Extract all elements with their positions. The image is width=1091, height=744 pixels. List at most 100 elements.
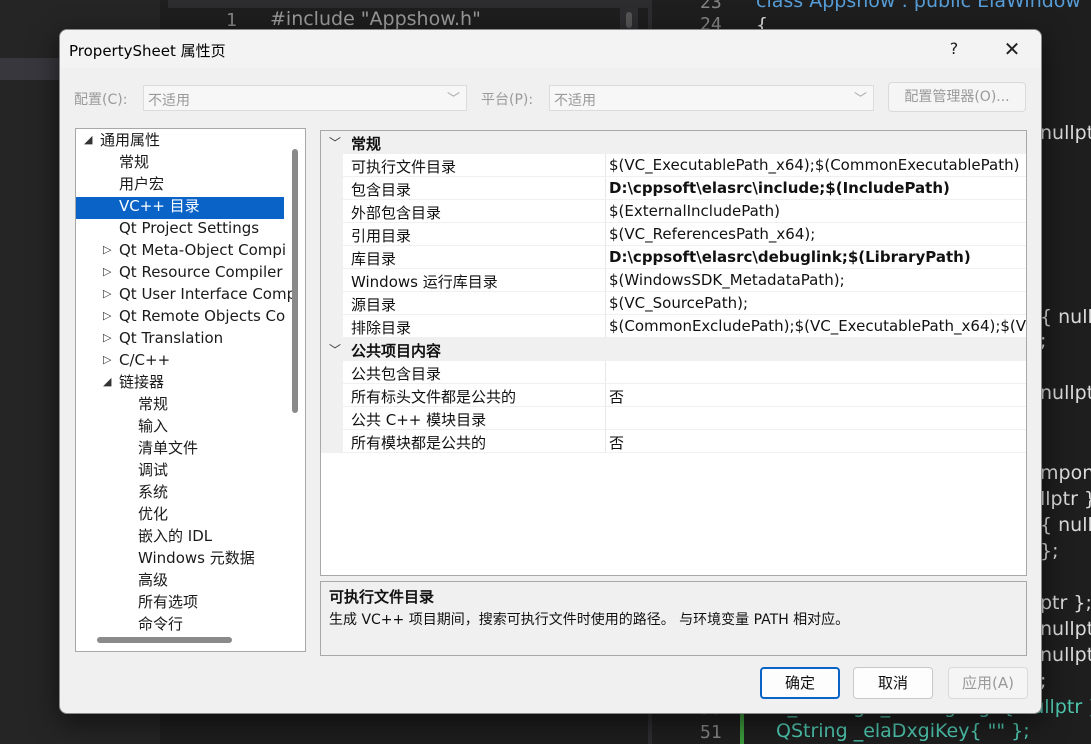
include-code-text: #include "Appshow.h" — [270, 8, 481, 30]
grid-property-row[interactable]: 引用目录 $(VC_ReferencesPath_x64); — [321, 223, 1026, 246]
property-grid[interactable]: ﹀ 常规 可执行文件目录 $(VC_ExecutablePath_x64);$(Com… — [320, 130, 1027, 576]
tree-item[interactable]: 调试 — [76, 459, 284, 481]
row-gutter — [321, 430, 343, 453]
column-separator[interactable] — [605, 223, 606, 246]
tree-item-label: 嵌入的 IDL — [138, 527, 213, 545]
grid-property-row[interactable]: 所有标头文件都是公共的 否 — [321, 384, 1026, 407]
grid-category-title: 常规 — [351, 135, 382, 153]
grid-property-row[interactable]: 库目录 D:\cppsoft\elasrc\debuglink;$(Library… — [321, 246, 1026, 269]
column-separator[interactable] — [605, 246, 606, 269]
cancel-button[interactable]: 取消 — [853, 667, 933, 699]
row-gutter — [321, 292, 343, 315]
grid-property-row[interactable]: 源目录 $(VC_SourcePath); — [321, 292, 1026, 315]
tree-item[interactable]: 高级 — [76, 569, 284, 591]
property-value[interactable]: $(CommonExcludePath);$(VC_ExecutablePath… — [609, 317, 1026, 335]
column-separator[interactable] — [605, 407, 606, 430]
tree-item-label: 清单文件 — [138, 439, 199, 457]
close-button[interactable]: ✕ — [998, 36, 1026, 62]
grid-category[interactable]: ﹀ 公共项目内容 — [321, 338, 1026, 361]
tree-item[interactable]: 常规 — [76, 393, 284, 415]
tree-item[interactable]: 优化 — [76, 503, 284, 525]
config-combobox[interactable]: 不适用 ﹀ — [143, 85, 467, 111]
tree-item[interactable]: ▷ Qt Resource Compiler — [76, 261, 284, 283]
platform-combobox[interactable]: 不适用 ﹀ — [549, 85, 874, 111]
expanded-arrow-icon[interactable]: ◢ — [84, 129, 92, 151]
property-value[interactable]: $(ExternalIncludePath) — [609, 202, 780, 220]
column-separator[interactable] — [605, 430, 606, 453]
column-separator[interactable] — [605, 200, 606, 223]
collapsed-arrow-icon[interactable]: ▷ — [103, 327, 111, 349]
tree-item-label: Windows 元数据 — [138, 549, 255, 567]
scroll-thumb[interactable] — [626, 12, 632, 28]
property-value[interactable]: D:\cppsoft\elasrc\debuglink;$(LibraryPat… — [609, 248, 971, 266]
tree-item[interactable]: VC++ 目录 — [76, 195, 284, 217]
grid-property-row[interactable]: 公共 C++ 模块目录 — [321, 407, 1026, 430]
grid-property-row[interactable]: 公共包含目录 — [321, 361, 1026, 384]
chevron-down-icon[interactable]: ﹀ — [329, 134, 341, 151]
tree-item[interactable]: 嵌入的 IDL — [76, 525, 284, 547]
property-value[interactable]: 否 — [609, 432, 624, 453]
help-button[interactable]: ? — [944, 39, 964, 59]
collapsed-arrow-icon[interactable]: ▷ — [103, 349, 111, 371]
property-value[interactable]: $(VC_ExecutablePath_x64);$(CommonExecuta… — [609, 156, 1019, 174]
tree-item[interactable]: 常规 — [76, 151, 284, 173]
grid-property-row[interactable]: 包含目录 D:\cppsoft\elasrc\include;$(IncludeP… — [321, 177, 1026, 200]
collapsed-arrow-icon[interactable]: ▷ — [103, 305, 111, 327]
collapsed-arrow-icon[interactable]: ▷ — [103, 261, 111, 283]
tree-item-label: 命令行 — [138, 615, 184, 633]
collapsed-arrow-icon[interactable]: ▷ — [103, 283, 111, 305]
property-tree[interactable]: ◢ 通用属性 常规 用户宏 VC++ 目录 Qt Project Settings ▷ Qt … — [75, 128, 306, 652]
row-divider — [343, 452, 1026, 453]
property-value[interactable]: $(WindowsSDK_MetadataPath); — [609, 271, 845, 289]
grid-property-row[interactable]: 外部包含目录 $(ExternalIncludePath) — [321, 200, 1026, 223]
tree-item-label: Qt Project Settings — [119, 219, 260, 237]
column-separator[interactable] — [605, 292, 606, 315]
tree-item-label: Qt Translation — [119, 329, 224, 347]
property-value[interactable]: $(VC_ReferencesPath_x64); — [609, 225, 815, 243]
row-gutter — [321, 223, 343, 246]
dialog-titlebar[interactable]: PropertySheet 属性页 ? ✕ — [60, 30, 1041, 68]
apply-button[interactable]: 应用(A) — [948, 667, 1028, 699]
tree-vertical-scrollbar[interactable] — [292, 149, 298, 413]
column-separator[interactable] — [605, 269, 606, 292]
collapsed-arrow-icon[interactable]: ▷ — [103, 239, 111, 261]
column-separator[interactable] — [605, 315, 606, 338]
tree-item[interactable]: 清单文件 — [76, 437, 284, 459]
column-separator[interactable] — [605, 361, 606, 384]
grid-property-row[interactable]: 所有模块都是公共的 否 — [321, 430, 1026, 453]
property-value[interactable]: 否 — [609, 386, 624, 407]
tree-item[interactable]: 用户宏 — [76, 173, 284, 195]
tree-item[interactable]: Qt Project Settings — [76, 217, 284, 239]
config-manager-button[interactable]: 配置管理器(O)... — [888, 82, 1026, 112]
tree-item[interactable]: 系统 — [76, 481, 284, 503]
tree-item[interactable]: ◢ 通用属性 — [76, 129, 284, 151]
tree-item-label: Qt Meta-Object Compi — [119, 241, 287, 259]
code-fragment: { nullp — [1040, 514, 1091, 536]
grid-property-row[interactable]: 可执行文件目录 $(VC_ExecutablePath_x64);$(Common… — [321, 154, 1026, 177]
editor-scroll-up-button[interactable] — [620, 0, 638, 30]
tree-item[interactable]: ▷ Qt Meta-Object Compi — [76, 239, 287, 261]
ok-button[interactable]: 确定 — [760, 667, 840, 699]
tree-horizontal-scrollbar[interactable] — [97, 637, 232, 643]
chevron-down-icon[interactable]: ﹀ — [329, 341, 341, 358]
tree-item[interactable]: 命令行 — [76, 613, 284, 635]
tree-item[interactable]: ▷ C/C++ — [76, 349, 284, 371]
grid-property-row[interactable]: 排除目录 $(CommonExcludePath);$(VC_Executable… — [321, 315, 1026, 338]
tree-item[interactable]: 所有选项 — [76, 591, 284, 613]
tree-item-label: VC++ 目录 — [119, 197, 200, 215]
tree-item[interactable]: ◢ 链接器 — [76, 371, 284, 393]
tree-item[interactable]: 输入 — [76, 415, 284, 437]
tree-item[interactable]: ▷ Qt Remote Objects Co — [76, 305, 285, 327]
expanded-arrow-icon[interactable]: ◢ — [103, 371, 111, 393]
column-separator[interactable] — [605, 177, 606, 200]
property-value[interactable]: $(VC_SourcePath); — [609, 294, 748, 312]
tree-item[interactable]: Windows 元数据 — [76, 547, 284, 569]
tree-item[interactable]: ▷ Qt User Interface Comp — [76, 283, 296, 305]
column-separator[interactable] — [605, 384, 606, 407]
row-gutter — [321, 407, 343, 430]
column-separator[interactable] — [605, 154, 606, 177]
property-value[interactable]: D:\cppsoft\elasrc\include;$(IncludePath) — [609, 179, 950, 197]
grid-category[interactable]: ﹀ 常规 — [321, 131, 1026, 154]
tree-item[interactable]: ▷ Qt Translation — [76, 327, 284, 349]
grid-property-row[interactable]: Windows 运行库目录 $(WindowsSDK_MetadataPath); — [321, 269, 1026, 292]
